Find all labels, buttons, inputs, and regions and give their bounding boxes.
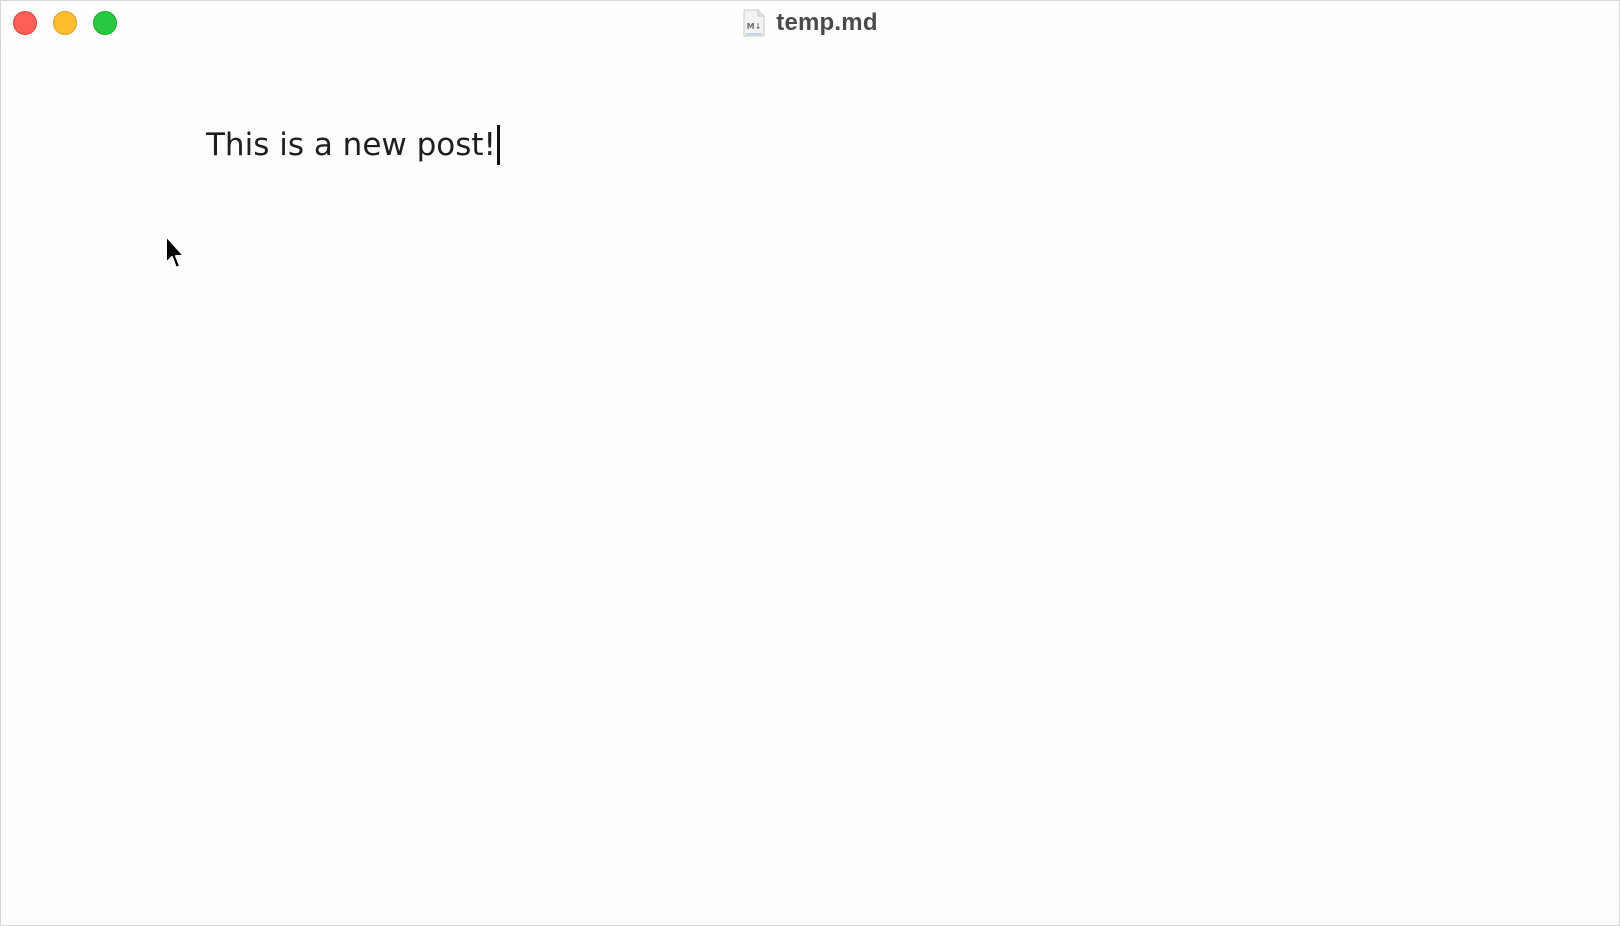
markdown-editor[interactable]: This is a new post!: [1, 45, 1619, 925]
app-window: M↓ temp.md This is a new post!: [0, 0, 1620, 926]
file-icon-label: M↓: [747, 22, 762, 31]
window-title: temp.md: [776, 9, 878, 36]
text-caret: [496, 125, 500, 165]
editor-line[interactable]: This is a new post!: [206, 125, 500, 165]
window-title-group: M↓ temp.md: [1, 7, 1619, 39]
title-bar[interactable]: M↓ temp.md: [1, 1, 1619, 45]
paragraph-text[interactable]: This is a new post!: [206, 125, 496, 165]
mouse-pointer-icon: [165, 235, 185, 269]
markdown-file-icon[interactable]: M↓: [742, 9, 766, 37]
